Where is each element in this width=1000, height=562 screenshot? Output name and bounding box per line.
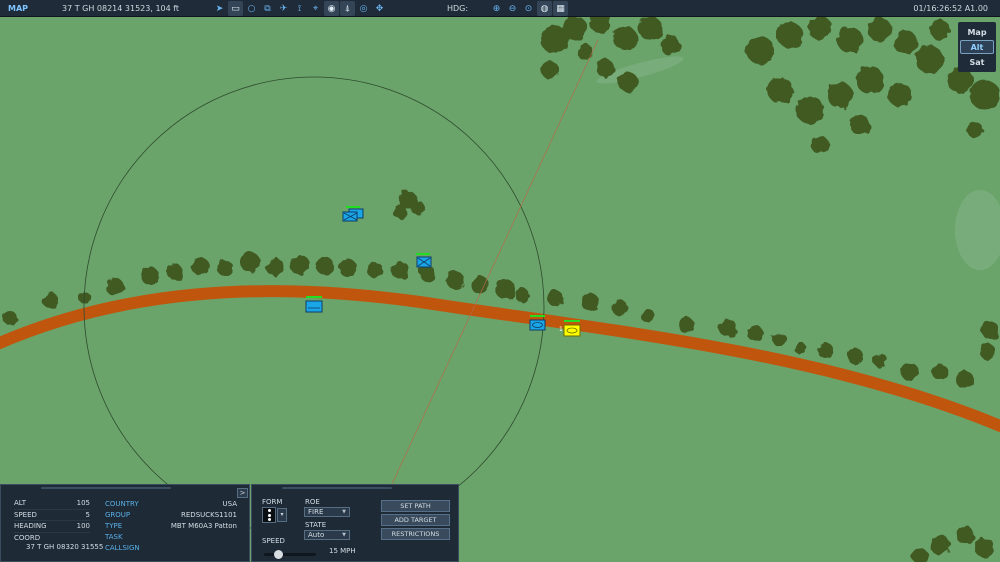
unit-stats: ALT 105 SPEED 5 HEADING 100 COORD <box>14 498 90 544</box>
state-value: Auto <box>308 531 325 539</box>
cursor-coordinates: 37 T GH 08214 31523, 104 ft <box>62 4 180 13</box>
layer-alt-button[interactable]: Alt <box>960 40 994 54</box>
set-path-button[interactable]: SET PATH <box>381 500 450 512</box>
coord-value: 37 T GH 08320 31555 <box>26 543 104 551</box>
roe-label: ROE <box>305 498 320 506</box>
map-tools: ➤ ▭ ○ ⧉ ✈ ⟟ ⌖ ◉ ⍋ ◎ ✥ <box>212 1 387 16</box>
speed-label: SPEED <box>14 510 37 519</box>
formation-dropdown[interactable]: ▾ <box>277 508 287 522</box>
mission-time: 01/16:26:52 A1.00 <box>913 4 988 13</box>
heading-label: HDG: <box>447 4 469 13</box>
grid-icon[interactable]: ▦ <box>553 1 568 16</box>
route-icon[interactable]: ⟟ <box>292 1 307 16</box>
type-value: MBT M60A3 Patton <box>170 521 237 530</box>
globe-icon[interactable]: ◍ <box>537 1 552 16</box>
zoom-in-icon[interactable]: ⊕ <box>489 1 504 16</box>
add-target-button[interactable]: ADD TARGET <box>381 514 450 526</box>
top-toolbar: MAP 37 T GH 08214 31523, 104 ft ➤ ▭ ○ ⧉ ✈ ⟟ ⌖ ◉… <box>0 0 1000 17</box>
alt-label: ALT <box>14 499 27 508</box>
panel-drag-handle[interactable] <box>41 487 171 489</box>
heading-value: 100 <box>76 522 90 531</box>
speed-slider-handle[interactable] <box>274 550 284 559</box>
state-select[interactable]: Auto ▼ <box>304 530 350 540</box>
signal-icon[interactable]: ◉ <box>324 1 339 16</box>
aircraft-icon[interactable]: ✈ <box>276 1 291 16</box>
alt-value: 105 <box>76 499 90 508</box>
expand-button[interactable]: > <box>237 488 248 498</box>
vehicles-icon[interactable]: ⧉ <box>260 1 275 16</box>
circle-icon[interactable]: ○ <box>244 1 259 16</box>
task-label: TASK <box>105 532 123 541</box>
map-title: MAP <box>8 4 29 13</box>
type-label: TYPE <box>105 521 123 530</box>
radar-icon[interactable]: ◎ <box>356 1 371 16</box>
group-label: GROUP <box>105 510 131 519</box>
zoom-fit-icon[interactable]: ⊙ <box>521 1 536 16</box>
navigate-icon[interactable]: ➤ <box>212 1 227 16</box>
speed-value: 5 <box>85 510 90 519</box>
restrictions-button[interactable]: RESTRICTIONS <box>381 528 450 540</box>
tower-icon[interactable]: ⍋ <box>340 1 355 16</box>
target-icon[interactable]: ⌖ <box>308 1 323 16</box>
speed-slider[interactable] <box>264 550 316 559</box>
formation-icon[interactable] <box>262 507 276 523</box>
unit-details: COUNTRY USA GROUP REDSUCKS1101 TYPE MBT M60… <box>105 498 237 553</box>
zoom-tools: ⊕ ⊖ ⊙ ◍ ▦ <box>489 1 568 16</box>
ruler-icon[interactable]: ▭ <box>228 1 243 16</box>
coord-label: COORD <box>14 534 41 543</box>
state-label: STATE <box>305 521 327 529</box>
map-view[interactable]: 1 <box>0 0 1000 562</box>
heading-stat-label: HEADING <box>14 522 47 531</box>
group-value: REDSUCKS1101 <box>181 510 237 519</box>
callsign-label: CALLSIGN <box>105 543 140 552</box>
dropdown-arrow-icon: ▼ <box>342 532 346 538</box>
layer-sat-button[interactable]: Sat <box>960 55 994 69</box>
roe-select[interactable]: FIRE ▼ <box>304 507 350 517</box>
dropdown-arrow-icon: ▼ <box>342 509 346 515</box>
svg-text:1: 1 <box>559 326 563 333</box>
unit-info-panel: > ALT 105 SPEED 5 HEADING 100 COORD 37 T GH… <box>0 484 250 562</box>
roe-value: FIRE <box>308 508 324 516</box>
map-layer-selector: Map Alt Sat <box>958 22 996 72</box>
zoom-out-icon[interactable]: ⊖ <box>505 1 520 16</box>
unit-orders-panel: FORM ▾ ROE FIRE ▼ STATE Auto ▼ SPEED 15 MP… <box>251 484 459 562</box>
country-value: USA <box>222 499 238 508</box>
speed-order-value: 15 MPH <box>329 547 356 555</box>
form-label: FORM <box>262 498 283 506</box>
layer-map-button[interactable]: Map <box>960 25 994 39</box>
panel-drag-handle[interactable] <box>282 487 392 489</box>
country-label: COUNTRY <box>105 499 139 508</box>
move-icon[interactable]: ✥ <box>372 1 387 16</box>
speed-order-label: SPEED <box>262 537 285 545</box>
